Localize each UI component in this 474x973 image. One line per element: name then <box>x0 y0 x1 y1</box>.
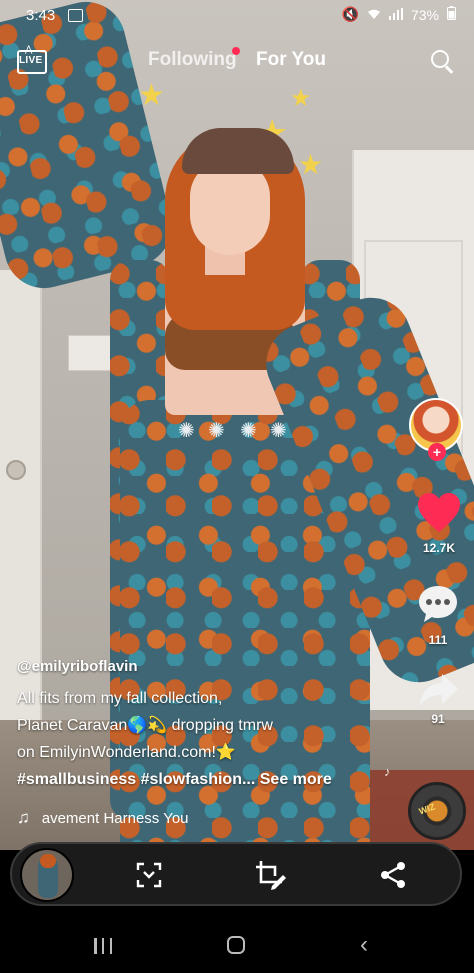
bottom-toolbar <box>10 842 462 906</box>
scan-button[interactable] <box>132 858 166 892</box>
video-door-knob <box>6 460 26 480</box>
music-ticker[interactable]: ♫ avement Harness You <box>17 808 189 828</box>
share-button[interactable] <box>418 672 460 708</box>
android-nav-bar: ‹ <box>0 915 474 973</box>
signal-icon <box>388 7 403 23</box>
video-face <box>190 160 270 255</box>
video-caption: @emilyriboflavin All fits from my fall c… <box>17 658 392 793</box>
battery-text: 73% <box>410 6 439 23</box>
live-label: LIVE <box>19 55 43 66</box>
wall-star-decor: ★ <box>298 149 324 180</box>
search-button[interactable] <box>429 48 455 74</box>
crop-edit-button[interactable] <box>253 858 287 892</box>
caption-hashtags[interactable]: #smallbusiness #slowfashion... See more <box>17 766 392 793</box>
heart-icon <box>418 493 460 532</box>
recent-apps-icon[interactable] <box>94 938 112 954</box>
back-icon[interactable]: ‹ <box>360 931 368 959</box>
mute-icon: 🔇 <box>341 6 359 22</box>
live-button[interactable]: ⋀ LIVE <box>17 44 47 74</box>
crop-edit-icon <box>256 861 286 890</box>
status-bar: 3:43 🔇 73% <box>0 0 474 30</box>
search-icon-handle <box>445 65 454 74</box>
home-icon[interactable] <box>227 936 245 954</box>
status-time: 3:43 <box>26 7 56 24</box>
comment-icon <box>419 586 457 622</box>
share-arrow-icon <box>420 674 458 706</box>
music-title: avement Harness You <box>41 809 189 827</box>
caption-line: Planet Caravan🌎💫 dropping tmrw <box>17 717 273 734</box>
comment-button[interactable] <box>417 584 459 624</box>
share-icon <box>381 862 405 888</box>
share-toolbar-button[interactable] <box>376 858 410 892</box>
like-count: 12.7K <box>422 541 456 555</box>
like-button[interactable] <box>416 492 462 534</box>
tab-for-you[interactable]: For You <box>256 49 326 71</box>
comment-count: 111 <box>428 633 448 647</box>
wifi-icon <box>367 7 381 23</box>
music-note-icon: ♫ <box>17 808 30 827</box>
status-icons: 🔇 73% <box>342 6 456 23</box>
tiktok-screen: ★ ★ ★ ★ ✺✺✺✺ 3:43 🔇 <box>0 0 474 973</box>
wall-star-decor: ★ <box>290 85 312 112</box>
caption-line: All fits from my fall collection, <box>17 690 223 707</box>
music-disc[interactable] <box>408 782 466 840</box>
thumbnail-hair <box>40 854 56 868</box>
image-icon <box>68 9 83 22</box>
scan-icon <box>136 862 162 888</box>
video-bandana <box>182 128 294 174</box>
share-count: 91 <box>431 712 445 726</box>
plus-icon[interactable]: + <box>428 443 446 461</box>
video-thumbnail[interactable] <box>20 848 74 902</box>
notification-dot <box>232 47 240 55</box>
username-link[interactable]: @emilyriboflavin <box>17 658 392 675</box>
tab-following[interactable]: Following <box>148 49 237 71</box>
caption-line[interactable]: on EmilyinWonderland.com!⭐ <box>17 739 392 766</box>
video-belt: ✺ ✺ ✺ ✺ <box>178 420 287 442</box>
battery-icon <box>447 6 456 23</box>
